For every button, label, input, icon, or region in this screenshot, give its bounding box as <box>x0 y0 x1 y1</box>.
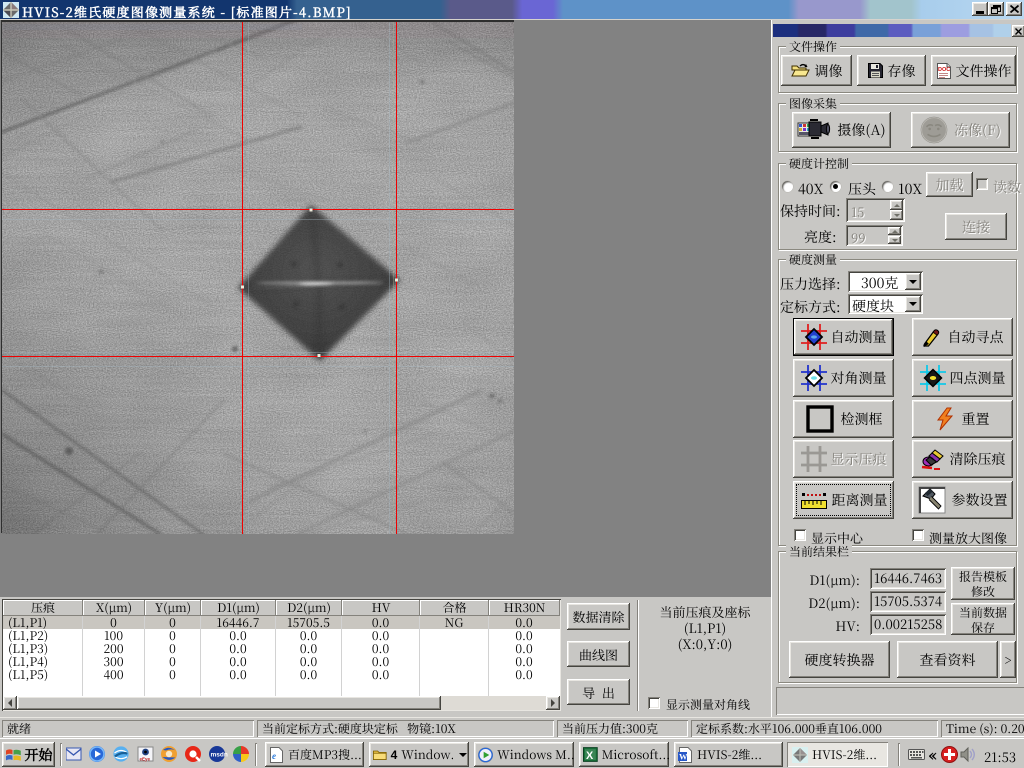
svg-text:e: e <box>272 751 276 761</box>
svg-text:DOC: DOC <box>938 67 950 73</box>
svg-text:msdn: msdn <box>211 752 228 759</box>
svg-text:W: W <box>679 751 688 761</box>
svg-text:eEye: eEye <box>140 757 151 762</box>
svg-text:X: X <box>586 750 594 762</box>
